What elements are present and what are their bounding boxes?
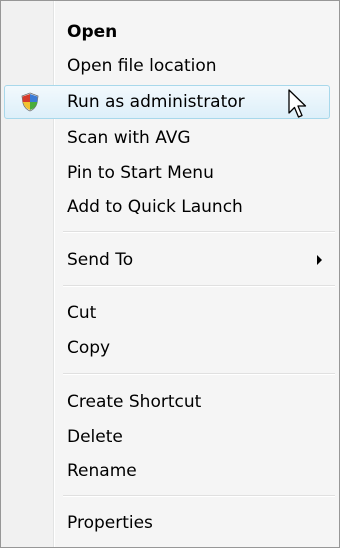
menu-item-label: Pin to Start Menu	[67, 163, 214, 183]
menu-item-open-file-location[interactable]: Open file location	[1, 49, 339, 83]
context-menu: Open Open file location Run as administr…	[0, 0, 340, 548]
menu-item-copy[interactable]: Copy	[1, 331, 339, 365]
menu-item-label: Delete	[67, 427, 123, 447]
menu-item-label: Cut	[67, 303, 97, 323]
menu-item-scan-with-avg[interactable]: Scan with AVG	[1, 121, 339, 155]
menu-item-label: Rename	[67, 461, 137, 481]
menu-item-label: Open	[67, 22, 118, 42]
menu-separator	[63, 231, 335, 233]
menu-item-delete[interactable]: Delete	[1, 420, 339, 454]
mouse-cursor-icon	[288, 89, 307, 118]
menu-item-label: Scan with AVG	[67, 128, 191, 148]
menu-item-label: Send To	[67, 250, 134, 270]
uac-shield-icon	[21, 92, 39, 112]
menu-item-cut[interactable]: Cut	[1, 296, 339, 330]
submenu-arrow-icon	[317, 255, 322, 265]
menu-item-add-to-quick-launch[interactable]: Add to Quick Launch	[1, 190, 339, 224]
menu-item-label: Add to Quick Launch	[67, 197, 243, 217]
menu-item-label: Create Shortcut	[67, 392, 202, 412]
menu-item-send-to[interactable]: Send To	[1, 243, 339, 277]
menu-item-label: Properties	[67, 513, 153, 533]
menu-item-properties[interactable]: Properties	[1, 506, 339, 540]
menu-item-pin-to-start-menu[interactable]: Pin to Start Menu	[1, 156, 339, 190]
menu-item-label: Run as administrator	[67, 92, 245, 112]
menu-item-label: Copy	[67, 338, 111, 358]
menu-item-create-shortcut[interactable]: Create Shortcut	[1, 385, 339, 419]
menu-item-rename[interactable]: Rename	[1, 454, 339, 488]
menu-separator	[63, 495, 335, 497]
menu-separator	[63, 285, 335, 287]
menu-separator	[63, 373, 335, 375]
menu-item-label: Open file location	[67, 56, 217, 76]
menu-item-open[interactable]: Open	[1, 15, 339, 49]
